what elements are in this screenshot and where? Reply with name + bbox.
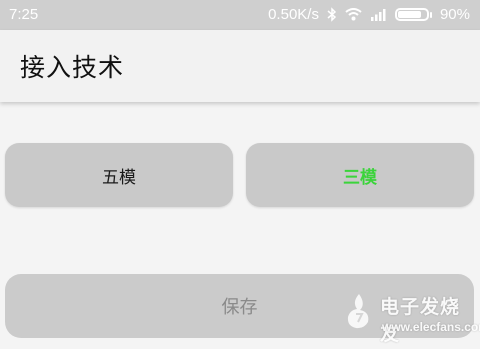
battery-cap (429, 11, 432, 18)
page-title: 接入技术 (20, 53, 125, 82)
battery-fill (397, 11, 422, 18)
signal-icon (370, 8, 387, 21)
elecfans-logo-icon (347, 294, 369, 329)
battery-icon (394, 8, 429, 21)
wifi-icon (345, 8, 362, 21)
watermark-en-text: www.elecfans.com (382, 320, 480, 334)
status-bar: 7:25 0.50K/s 90% (0, 0, 480, 30)
status-right-group: 0.50K/s 90% (268, 6, 470, 23)
bluetooth-icon (327, 7, 337, 22)
battery-percent: 90% (439, 6, 470, 23)
app-bar: 接入技术 (0, 30, 480, 102)
status-time: 7:25 (9, 6, 39, 23)
watermark-cn-text: 电子发烧友 (380, 296, 461, 345)
network-speed: 0.50K/s (268, 6, 319, 23)
watermark: 电子发烧友 www.elecfans.com (342, 290, 480, 345)
five-mode-button[interactable]: 五模 (5, 143, 233, 207)
three-mode-button[interactable]: 三模 (246, 143, 474, 207)
